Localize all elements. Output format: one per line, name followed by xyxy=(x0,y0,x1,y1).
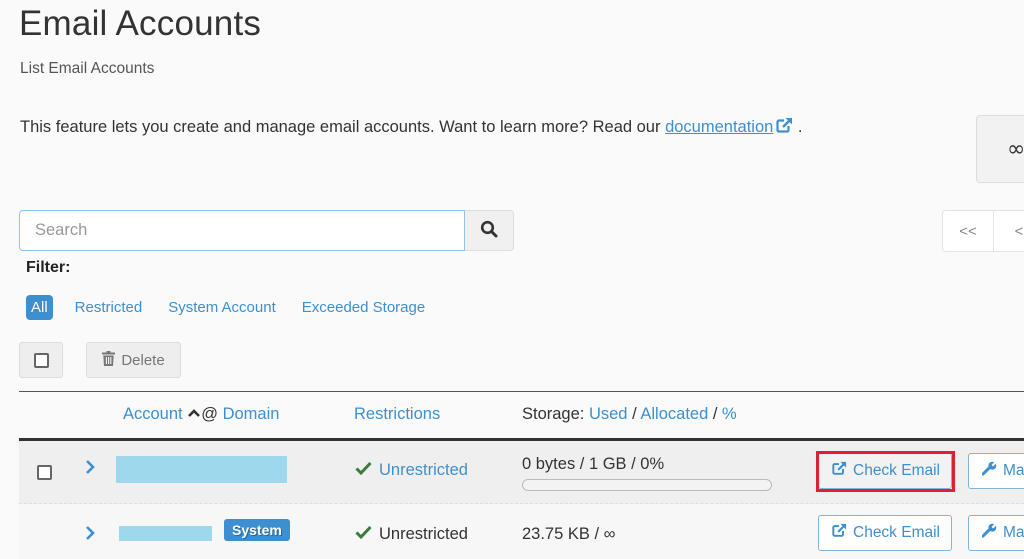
wrench-icon xyxy=(981,461,1003,481)
separator: / xyxy=(712,405,718,423)
intro-text-after: . xyxy=(793,118,803,136)
restriction-status: Unrestricted xyxy=(355,525,468,544)
check-email-label: Check Email xyxy=(853,524,940,541)
page-subtitle: List Email Accounts xyxy=(20,60,155,77)
restriction-label: Unrestricted xyxy=(379,461,468,479)
search-icon xyxy=(480,220,498,242)
sort-by-restrictions[interactable]: Restrictions xyxy=(354,405,440,424)
system-badge-wrap: System xyxy=(224,519,290,541)
filter-options: All Restricted System Account Exceeded S… xyxy=(26,295,445,320)
select-all-checkbox[interactable] xyxy=(33,352,49,368)
manage-label: Manage xyxy=(1003,462,1024,479)
at-sign: @ xyxy=(201,405,218,423)
account-name-redacted xyxy=(119,526,212,541)
delete-label: Delete xyxy=(121,351,165,369)
storage-progress-bar xyxy=(522,479,772,491)
delete-button[interactable]: Delete xyxy=(86,342,181,378)
sort-by-account[interactable]: Account xyxy=(123,405,183,423)
account-name-redacted xyxy=(116,456,287,483)
restriction-status[interactable]: Unrestricted xyxy=(355,461,468,480)
search-input[interactable] xyxy=(19,210,465,251)
checkmark-icon xyxy=(355,461,372,480)
filter-all[interactable]: All xyxy=(26,295,53,320)
intro-text-before: This feature lets you create and manage … xyxy=(20,118,666,136)
wrench-icon xyxy=(981,523,1003,543)
sort-by-domain[interactable]: Domain xyxy=(223,405,280,423)
manage-button[interactable]: Manage xyxy=(968,453,1024,489)
sort-by-percent[interactable]: % xyxy=(722,405,737,423)
table-row: Unrestricted 0 bytes / 1 GB / 0% Check E… xyxy=(19,441,1024,504)
email-accounts-table: Account @ Domain Restrictions Storage: U… xyxy=(19,391,1024,559)
select-all-button[interactable] xyxy=(19,342,63,378)
highlight-box xyxy=(816,451,955,492)
chevron-up-icon xyxy=(187,405,201,423)
column-storage: Storage: Used / Allocated / % xyxy=(522,405,737,424)
table-row: System Unrestricted 23.75 KB / ∞ Check E… xyxy=(19,504,1024,559)
intro-text: This feature lets you create and manage … xyxy=(20,117,803,137)
system-badge: System xyxy=(224,519,290,541)
pagination-first-button[interactable]: << xyxy=(943,211,994,251)
email-accounts-page: Email Accounts List Email Accounts This … xyxy=(0,0,1024,559)
column-account-domain: Account @ Domain xyxy=(123,405,279,424)
separator: / xyxy=(632,405,637,423)
quota-stat-value: ∞ xyxy=(1007,136,1024,162)
search-bar xyxy=(19,210,514,251)
storage-usage: 0 bytes / 1 GB / 0% xyxy=(522,455,665,473)
manage-label: Manage xyxy=(1003,524,1024,541)
filter-system-account[interactable]: System Account xyxy=(162,295,282,320)
restriction-label: Unrestricted xyxy=(379,525,468,543)
search-button[interactable] xyxy=(465,210,514,251)
check-email-button[interactable]: Check Email xyxy=(818,515,952,551)
quota-stat-box: ∞ xyxy=(976,115,1024,183)
row-checkbox-wrap xyxy=(37,465,52,480)
filter-restricted[interactable]: Restricted xyxy=(69,295,149,320)
sort-by-allocated[interactable]: Allocated xyxy=(640,405,708,423)
storage-usage: 23.75 KB / ∞ xyxy=(522,525,616,543)
expand-row-chevron-icon[interactable] xyxy=(85,525,95,546)
filter-label: Filter: xyxy=(26,259,71,276)
table-header: Account @ Domain Restrictions Storage: U… xyxy=(19,391,1024,441)
trash-icon xyxy=(102,350,121,370)
documentation-link[interactable]: documentation xyxy=(665,118,773,136)
row-checkbox[interactable] xyxy=(37,465,52,480)
expand-row-chevron-icon[interactable] xyxy=(85,459,95,480)
filter-exceeded-storage[interactable]: Exceeded Storage xyxy=(296,295,431,320)
pagination-prev-button[interactable]: < xyxy=(994,211,1024,251)
external-link-icon xyxy=(832,523,853,543)
storage-prefix: Storage: xyxy=(522,405,585,423)
manage-button[interactable]: Manage xyxy=(968,515,1024,551)
pagination: << < xyxy=(942,210,1024,252)
external-link-icon[interactable] xyxy=(776,117,794,134)
sort-by-used[interactable]: Used xyxy=(589,405,628,423)
checkmark-icon xyxy=(355,525,372,544)
page-title: Email Accounts xyxy=(19,4,262,43)
